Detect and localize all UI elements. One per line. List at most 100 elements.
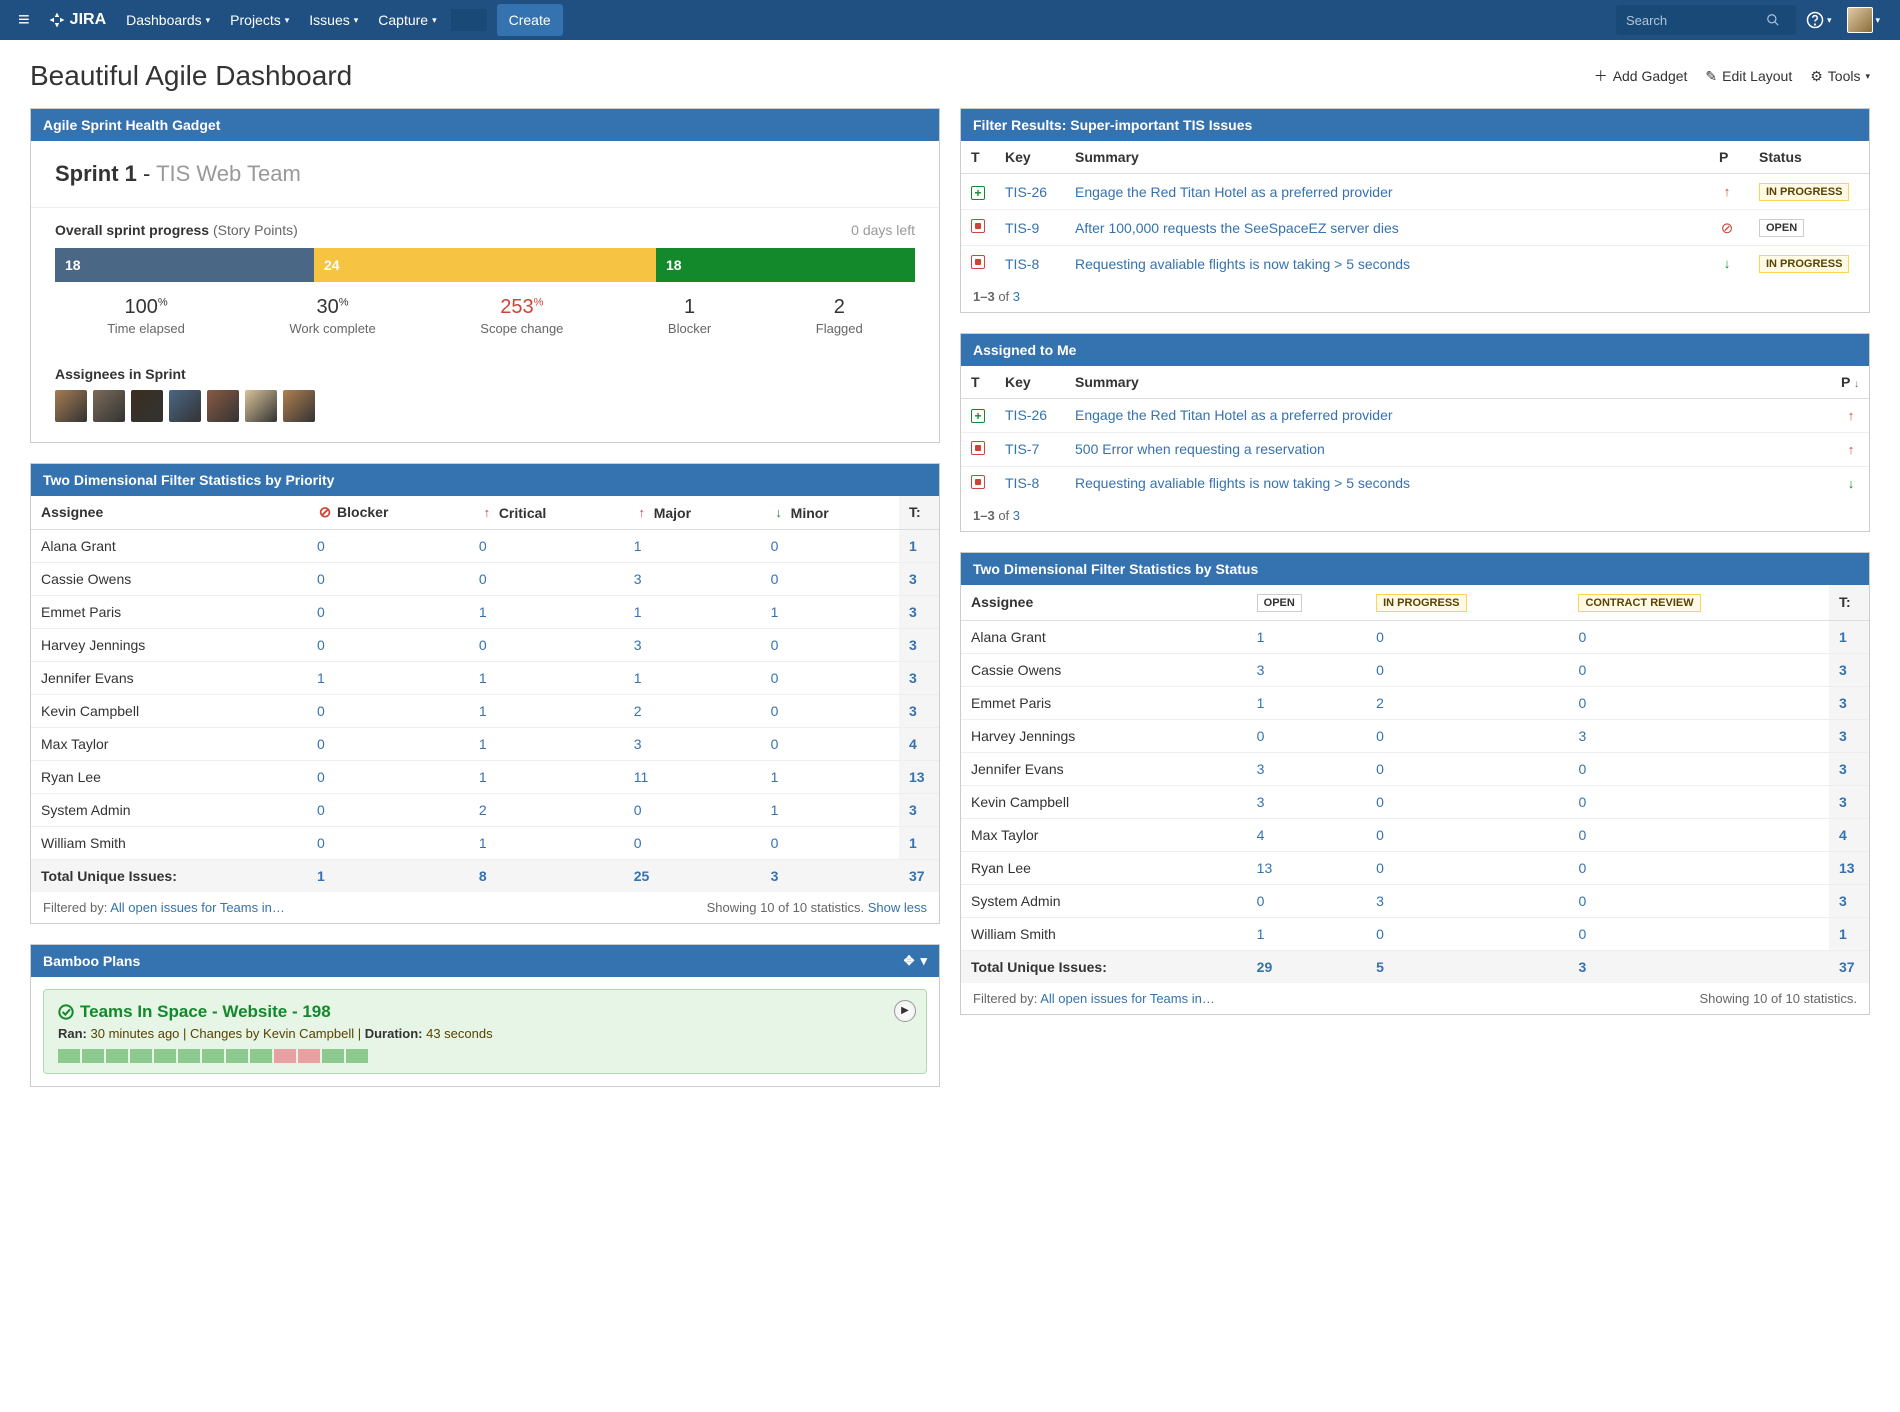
build-stage[interactable] xyxy=(202,1049,224,1063)
stat-link[interactable]: 0 xyxy=(1578,860,1586,876)
stat-link[interactable]: 0 xyxy=(1578,926,1586,942)
stat-link[interactable]: 1 xyxy=(771,604,779,620)
user-menu-caret[interactable]: ▾ xyxy=(1873,15,1890,26)
stat-link[interactable]: 2 xyxy=(1376,695,1384,711)
stat-link[interactable]: 0 xyxy=(317,538,325,554)
stat-link[interactable]: 0 xyxy=(1376,827,1384,843)
stat-link[interactable]: 1 xyxy=(771,802,779,818)
stat-link[interactable]: 0 xyxy=(771,703,779,719)
help-icon[interactable]: ▾ xyxy=(1796,11,1842,29)
nav-capture[interactable]: Capture▾ xyxy=(368,12,446,28)
stat-link[interactable]: 0 xyxy=(1578,893,1586,909)
stat-link[interactable]: 2 xyxy=(479,802,487,818)
stat-link[interactable]: 1 xyxy=(634,670,642,686)
issue-summary[interactable]: After 100,000 requests the SeeSpaceEZ se… xyxy=(1075,220,1399,236)
stat-link[interactable]: 0 xyxy=(1376,761,1384,777)
assignee-avatar[interactable] xyxy=(283,390,315,422)
build-stage[interactable] xyxy=(106,1049,128,1063)
stat-link[interactable]: 0 xyxy=(1578,629,1586,645)
stat-link[interactable]: 1 xyxy=(317,670,325,686)
stat-link[interactable]: 0 xyxy=(1578,794,1586,810)
stat-link[interactable]: 1 xyxy=(479,604,487,620)
stat-link[interactable]: 0 xyxy=(317,703,325,719)
issue-summary[interactable]: Requesting avaliable flights is now taki… xyxy=(1075,475,1410,491)
issue-summary[interactable]: Requesting avaliable flights is now taki… xyxy=(1075,256,1410,272)
stat-link[interactable]: 0 xyxy=(771,835,779,851)
build-stage[interactable] xyxy=(82,1049,104,1063)
assignee-avatar[interactable] xyxy=(93,390,125,422)
stat-link[interactable]: 3 xyxy=(1376,893,1384,909)
show-less-link[interactable]: Show less xyxy=(868,900,927,915)
issue-key[interactable]: TIS-7 xyxy=(1005,441,1039,457)
stat-link[interactable]: 0 xyxy=(1257,893,1265,909)
issue-key[interactable]: TIS-26 xyxy=(1005,184,1047,200)
stat-link[interactable]: 0 xyxy=(1376,728,1384,744)
play-icon[interactable]: ▶ xyxy=(894,1000,916,1022)
stat-link[interactable]: 3 xyxy=(634,736,642,752)
issue-summary[interactable]: Engage the Red Titan Hotel as a preferre… xyxy=(1075,407,1393,423)
search-input[interactable] xyxy=(1626,13,1766,28)
stat-link[interactable]: 0 xyxy=(771,637,779,653)
build-stage[interactable] xyxy=(130,1049,152,1063)
build-stage[interactable] xyxy=(346,1049,368,1063)
stat-link[interactable]: 13 xyxy=(1257,860,1273,876)
issue-summary[interactable]: 500 Error when requesting a reservation xyxy=(1075,441,1325,457)
build-stage[interactable] xyxy=(58,1049,80,1063)
search-box[interactable] xyxy=(1616,5,1796,35)
issue-row[interactable]: TIS-7 500 Error when requesting a reserva… xyxy=(961,432,1869,466)
build-stage[interactable] xyxy=(250,1049,272,1063)
stat-link[interactable]: 0 xyxy=(771,538,779,554)
stat-link[interactable]: 0 xyxy=(1376,629,1384,645)
stat-link[interactable]: 0 xyxy=(317,604,325,620)
stat-link[interactable]: 0 xyxy=(1257,728,1265,744)
stat-link[interactable]: 0 xyxy=(1376,926,1384,942)
stat-link[interactable]: 1 xyxy=(634,604,642,620)
stat-link[interactable]: 1 xyxy=(479,703,487,719)
stat-link[interactable]: 0 xyxy=(317,571,325,587)
nav-projects[interactable]: Projects▾ xyxy=(220,12,299,28)
stat-link[interactable]: 1 xyxy=(479,736,487,752)
stat-link[interactable]: 0 xyxy=(479,571,487,587)
build-stage[interactable] xyxy=(226,1049,248,1063)
issue-row[interactable]: TIS-9After 100,000 requests the SeeSpace… xyxy=(961,210,1869,246)
issue-row[interactable]: TIS-8 Requesting avaliable flights is now… xyxy=(961,246,1869,282)
issue-row[interactable]: +TIS-26Engage the Red Titan Hotel as a p… xyxy=(961,174,1869,210)
stat-link[interactable]: 1 xyxy=(1257,926,1265,942)
stat-link[interactable]: 0 xyxy=(1376,794,1384,810)
issue-key[interactable]: TIS-8 xyxy=(1005,256,1039,272)
nav-extra[interactable] xyxy=(451,9,487,31)
stat-link[interactable]: 3 xyxy=(1257,761,1265,777)
menu-icon[interactable]: ≡ xyxy=(10,9,38,32)
add-gadget-button[interactable]: ＋Add Gadget xyxy=(1594,66,1688,86)
stat-link[interactable]: 0 xyxy=(634,835,642,851)
user-avatar[interactable] xyxy=(1847,7,1873,33)
stat-link[interactable]: 3 xyxy=(1257,662,1265,678)
stat-link[interactable]: 1 xyxy=(479,670,487,686)
assignee-avatar[interactable] xyxy=(245,390,277,422)
build-stage[interactable] xyxy=(154,1049,176,1063)
issue-row[interactable]: +TIS-26Engage the Red Titan Hotel as a p… xyxy=(961,399,1869,433)
stat-link[interactable]: 0 xyxy=(1578,695,1586,711)
build-stage[interactable] xyxy=(322,1049,344,1063)
stat-link[interactable]: 0 xyxy=(771,670,779,686)
build-stage[interactable] xyxy=(274,1049,296,1063)
assignee-avatar[interactable] xyxy=(55,390,87,422)
assignee-avatar[interactable] xyxy=(169,390,201,422)
stat-link[interactable]: 4 xyxy=(1257,827,1265,843)
stat-link[interactable]: 0 xyxy=(771,736,779,752)
stat-link[interactable]: 0 xyxy=(1578,827,1586,843)
stat-link[interactable]: 3 xyxy=(1257,794,1265,810)
plan-link[interactable]: Teams In Space - Website - 198 xyxy=(80,1002,331,1022)
stat-link[interactable]: 0 xyxy=(1578,662,1586,678)
nav-dashboards[interactable]: Dashboards▾ xyxy=(116,12,220,28)
edit-layout-button[interactable]: ✎Edit Layout xyxy=(1705,68,1792,85)
assignee-avatar[interactable] xyxy=(207,390,239,422)
stat-link[interactable]: 1 xyxy=(1257,629,1265,645)
stat-link[interactable]: 1 xyxy=(1257,695,1265,711)
stat-link[interactable]: 3 xyxy=(634,637,642,653)
nav-issues[interactable]: Issues▾ xyxy=(299,12,368,28)
stat-link[interactable]: 0 xyxy=(317,637,325,653)
stat-link[interactable]: 11 xyxy=(634,769,649,785)
tools-button[interactable]: ⚙Tools▾ xyxy=(1810,68,1870,85)
filter-link[interactable]: All open issues for Teams in… xyxy=(110,900,285,915)
